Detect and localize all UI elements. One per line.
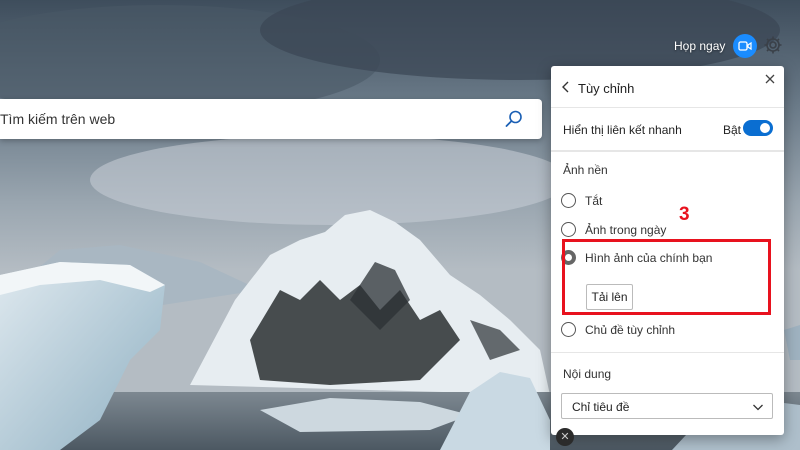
background-option-daily-image[interactable]: Ảnh trong ngày: [561, 222, 666, 237]
search-box: [0, 99, 542, 139]
radio-button[interactable]: [561, 222, 576, 237]
annotation-highlight-box: [562, 239, 771, 315]
meet-now-label: Họp ngay: [674, 39, 726, 53]
content-select-value: Chỉ tiêu đề: [572, 400, 630, 414]
gear-icon[interactable]: [763, 35, 783, 55]
quick-links-toggle[interactable]: [743, 120, 773, 136]
toggle-knob: [760, 123, 770, 133]
panel-title: Tùy chỉnh: [578, 81, 635, 96]
radio-label: Ảnh trong ngày: [585, 222, 667, 237]
radio-button[interactable]: [561, 322, 576, 337]
radio-label: Chủ đề tùy chỉnh: [585, 322, 676, 337]
back-arrow-icon[interactable]: [559, 80, 573, 94]
background-option-custom-theme[interactable]: Chủ đề tùy chỉnh: [561, 322, 675, 337]
search-icon[interactable]: [504, 109, 524, 129]
annotation-step-number: 3: [679, 204, 690, 225]
divider: [551, 352, 784, 353]
radio-label: Tắt: [585, 193, 603, 208]
panel-header: Tùy chỉnh: [551, 66, 784, 108]
close-icon[interactable]: [764, 73, 776, 85]
close-icon[interactable]: ✕: [556, 428, 574, 446]
quick-links-label: Hiển thị liên kết nhanh: [563, 123, 682, 137]
chevron-down-icon: [752, 401, 764, 413]
divider: [551, 151, 784, 152]
meet-now-button[interactable]: Họp ngay: [674, 34, 758, 58]
radio-button[interactable]: [561, 193, 576, 208]
background-section-label: Ảnh nền: [563, 163, 608, 177]
video-camera-icon: [733, 34, 758, 58]
search-input[interactable]: [0, 99, 490, 139]
background-option-off[interactable]: Tắt: [561, 193, 602, 208]
quick-links-row: Hiển thị liên kết nhanh Bật: [551, 108, 784, 151]
quick-links-state-label: Bật: [723, 123, 742, 137]
content-select[interactable]: Chỉ tiêu đề: [561, 393, 773, 419]
content-section-label: Nội dung: [563, 367, 612, 381]
